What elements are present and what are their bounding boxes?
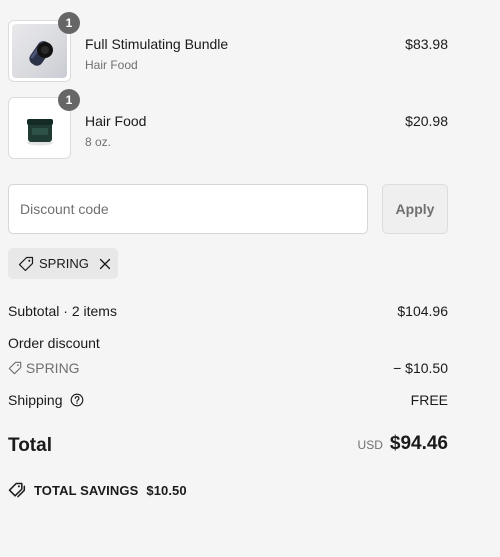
order-discount-label: Order discount [8, 335, 100, 351]
total-value: USD $94.46 [358, 433, 448, 455]
total-label: Total [8, 435, 52, 456]
savings-label: TOTAL SAVINGS [34, 482, 139, 498]
savings-tag-icon [8, 482, 26, 498]
discount-code-label: SPRING [39, 256, 89, 271]
item-price: $83.98 [405, 36, 448, 52]
discount-code-name: SPRING [25, 360, 80, 376]
total-amount: $94.46 [389, 433, 448, 454]
product-thumbnail: 1 [8, 89, 80, 159]
discount-code-row: SPRING − $10.50 [8, 360, 448, 376]
discount-code-input[interactable] [8, 184, 368, 234]
subtotal-row: Subtotal · 2 items $104.96 [8, 303, 448, 319]
tag-icon [8, 361, 22, 375]
item-variant: Hair Food [85, 58, 138, 72]
help-icon [71, 393, 84, 407]
shipping-help-button[interactable] [70, 392, 84, 408]
line-item: 1 Hair Food 8 oz. $20.98 [8, 89, 448, 159]
quantity-badge: 1 [58, 12, 80, 34]
savings-amount: $10.50 [146, 482, 187, 498]
tag-icon [18, 256, 34, 271]
item-name: Full Stimulating Bundle [85, 36, 229, 52]
currency-code: USD [357, 438, 383, 452]
discount-value: − $10.50 [393, 360, 448, 376]
total-savings: TOTAL SAVINGS $10.50 [8, 482, 187, 498]
product-thumbnail: 1 [8, 12, 80, 82]
shipping-value: FREE [410, 392, 448, 408]
remove-discount-button[interactable] [98, 257, 112, 271]
order-discount-row: Order discount [8, 335, 448, 351]
item-variant: 8 oz. [85, 135, 112, 149]
order-summary: 1 Full Stimulating Bundle Hair Food $83.… [0, 0, 500, 557]
shipping-label: Shipping [8, 392, 63, 408]
subtotal-label: Subtotal · 2 items [8, 303, 117, 319]
quantity-badge: 1 [58, 89, 80, 111]
item-price: $20.98 [405, 113, 448, 129]
close-icon [99, 258, 110, 269]
jar-product-icon [27, 119, 53, 146]
subtotal-value: $104.96 [397, 303, 448, 319]
applied-discount-chip: SPRING [8, 248, 118, 279]
bottle-product-icon [29, 41, 53, 66]
apply-button[interactable]: Apply [382, 184, 448, 234]
shipping-row: Shipping FREE [8, 392, 448, 408]
line-item: 1 Full Stimulating Bundle Hair Food $83.… [8, 12, 448, 82]
item-name: Hair Food [85, 113, 147, 129]
